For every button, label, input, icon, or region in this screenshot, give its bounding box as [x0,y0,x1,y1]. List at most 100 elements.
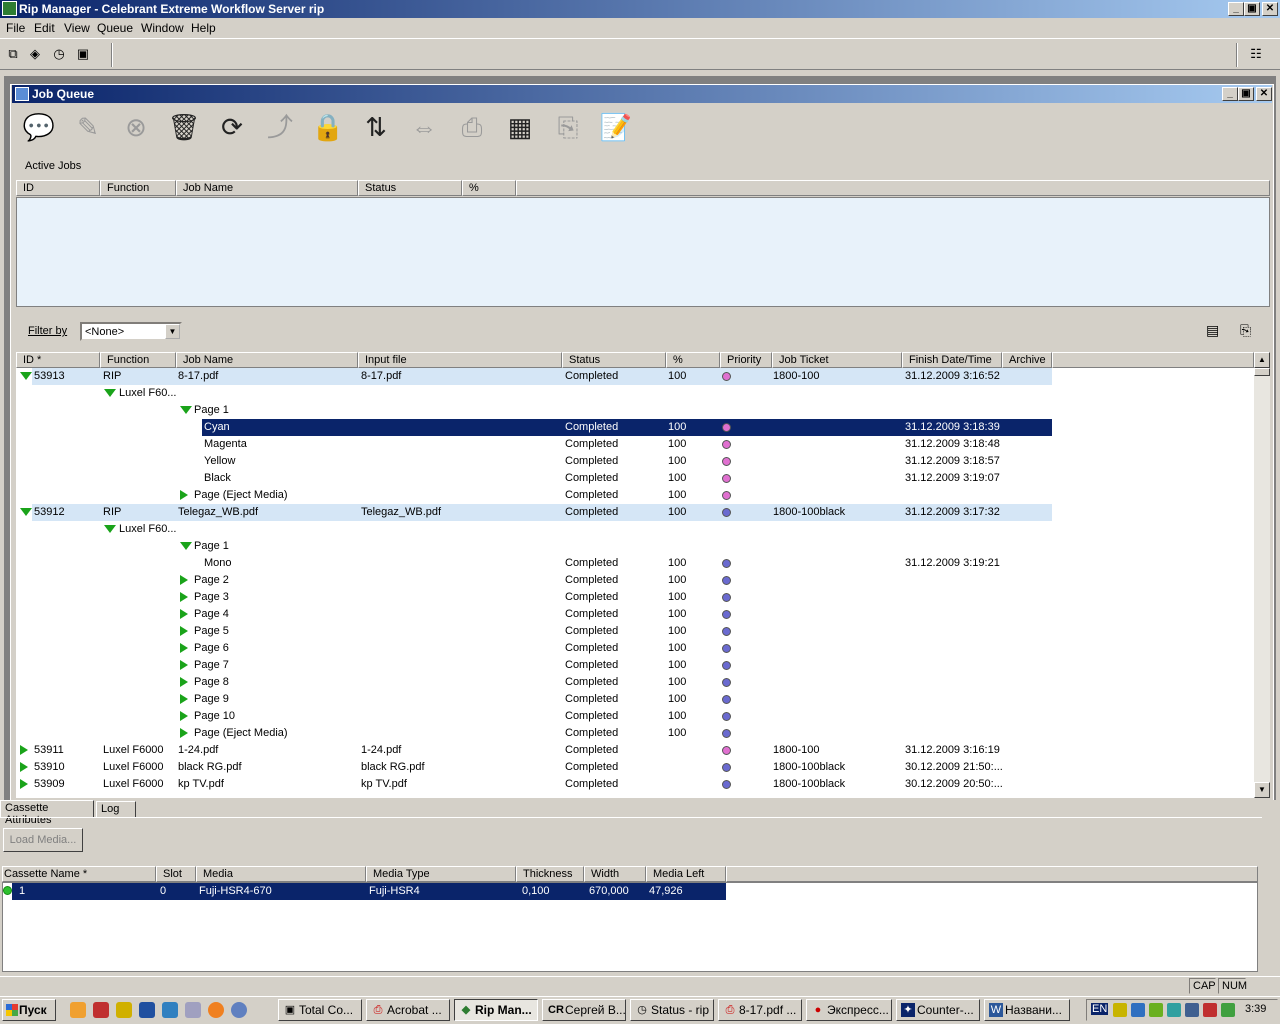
col-percent[interactable]: % [462,180,516,196]
filter-dropdown[interactable]: <None> ▼ [80,322,182,341]
col-function[interactable]: Function [100,180,176,196]
tab-cassette-attributes[interactable]: Cassette Attributes [0,800,94,826]
quicklaunch-icon[interactable] [208,1002,224,1018]
monitor-icon[interactable]: ▣ [75,46,91,62]
collapsed-triangle-icon[interactable] [180,728,188,738]
start-button[interactable]: Пуск [2,999,56,1021]
reprocess-icon[interactable]: ⟳ [215,109,249,147]
table-row[interactable]: Page 9 Completed 100 [16,691,1254,708]
network-icon[interactable] [1221,1003,1235,1017]
table-row[interactable]: Page 4 Completed 100 [16,606,1254,623]
collapsed-triangle-icon[interactable] [20,745,28,755]
col-thickness[interactable]: Thickness [516,866,584,882]
tags-icon[interactable]: ◈ [27,46,43,62]
collapsed-triangle-icon[interactable] [180,643,188,653]
collapsed-triangle-icon[interactable] [180,609,188,619]
table-row[interactable]: Page 6 Completed 100 [16,640,1254,657]
move-icon[interactable]: ⇔ [407,109,441,147]
menu-edit[interactable]: Edit [34,21,55,35]
quicklaunch-icon[interactable] [70,1002,86,1018]
task-total-commander[interactable]: ▣ Total Co... [278,999,362,1021]
child-close-button[interactable]: ✕ [1256,87,1272,101]
collapsed-triangle-icon[interactable] [20,762,28,772]
table-row[interactable]: 53912 RIP Telegaz_WB.pdf Telegaz_WB.pdf Comp… [16,504,1254,521]
quicklaunch-icon[interactable] [139,1002,155,1018]
tray-icon[interactable] [1185,1003,1199,1017]
menu-window[interactable]: Window [141,21,184,35]
minimize-button[interactable]: _ [1228,2,1244,16]
col-priority[interactable]: Priority [720,352,772,368]
table-row[interactable]: 53909 Luxel F6000 kp TV.pdf kp TV.pdf Comple… [16,776,1254,793]
jobs-list[interactable]: 53913 RIP 8-17.pdf 8-17.pdf Completed 100 1800… [16,368,1254,798]
quicklaunch-icon[interactable] [116,1002,132,1018]
table-row[interactable]: Magenta Completed 100 31.12.2009 3:18:48 [16,436,1254,453]
info-icon[interactable]: 💬 [22,109,56,147]
task-acrobat[interactable]: ⎙ Acrobat ... [366,999,450,1021]
table-row[interactable]: Cyan Completed 100 31.12.2009 3:18:39 [16,419,1254,436]
table-row[interactable]: Page 2 Completed 100 [16,572,1254,589]
table-row[interactable]: Page (Eject Media) Completed 100 [16,487,1254,504]
col-media-type[interactable]: Media Type [366,866,516,882]
col-job-name[interactable]: Job Name [176,352,358,368]
table-row[interactable]: Page 1 [16,402,1254,419]
task-rip-manager[interactable]: ◆ Rip Man... [454,999,538,1021]
table-row[interactable]: Page 10 Completed 100 [16,708,1254,725]
table-row[interactable]: Page (Eject Media) Completed 100 [16,725,1254,742]
table-row[interactable]: 53911 Luxel F6000 1-24.pdf 1-24.pdf Complete… [16,742,1254,759]
expanded-triangle-icon[interactable] [180,406,192,414]
collapsed-triangle-icon[interactable] [180,660,188,670]
priority-icon[interactable]: ⇅ [359,109,393,147]
edit-ticket-icon[interactable]: ✎ [71,109,105,147]
task-express[interactable]: ● Экспресс... [806,999,892,1021]
col-id[interactable]: ID * [16,352,100,368]
quicklaunch-icon[interactable] [93,1002,109,1018]
tray-icon[interactable] [1149,1003,1163,1017]
table-row[interactable]: Luxel F60... [16,521,1254,538]
collapsed-triangle-icon[interactable] [180,694,188,704]
quicklaunch-icon[interactable] [162,1002,178,1018]
table-row[interactable]: Page 3 Completed 100 [16,589,1254,606]
collapsed-triangle-icon[interactable] [180,490,188,500]
col-media-left[interactable]: Media Left [646,866,726,882]
tray-icon[interactable] [1167,1003,1181,1017]
table-row[interactable]: 53913 RIP 8-17.pdf 8-17.pdf Completed 100 1800… [16,368,1254,385]
table-row[interactable]: Page 8 Completed 100 [16,674,1254,691]
expanded-triangle-icon[interactable] [104,525,116,533]
collapsed-triangle-icon[interactable] [180,711,188,721]
scroll-thumb[interactable] [1254,368,1270,376]
expanded-triangle-icon[interactable] [20,508,32,516]
table-row[interactable]: Mono Completed 100 31.12.2009 3:19:21 [16,555,1254,572]
tab-log[interactable]: Log [96,801,136,817]
col-width[interactable]: Width [584,866,646,882]
export-list-icon[interactable]: ⎘ [1240,322,1251,339]
table-row[interactable]: Page 5 Completed 100 [16,623,1254,640]
pdf-export-icon[interactable]: ⎘ [551,109,585,147]
jobs-scrollbar[interactable]: ▲ ▼ [1254,352,1270,798]
col-cassette-name[interactable]: Cassette Name * [2,866,156,882]
menu-view[interactable]: View [64,21,90,35]
devices-icon[interactable]: ⧉ [5,46,21,62]
collapsed-triangle-icon[interactable] [180,592,188,602]
tray-icon[interactable] [1131,1003,1145,1017]
pdf-edit-icon[interactable]: 📝 [599,109,633,147]
table-row[interactable]: 53910 Luxel F6000 black RG.pdf black RG.pdf… [16,759,1254,776]
col-finish-date[interactable]: Finish Date/Time [902,352,1002,368]
scroll-up-button[interactable]: ▲ [1254,352,1270,368]
task-word-doc[interactable]: W Названи... [984,999,1070,1021]
cassette-list[interactable]: 1 0 Fuji-HSR4-670 Fuji-HSR4 0,100 670,00… [2,882,1258,972]
scroll-down-button[interactable]: ▼ [1254,782,1270,798]
columns-icon[interactable]: ▤ [1206,322,1219,339]
table-row[interactable]: Yellow Completed 100 31.12.2009 3:18:57 [16,453,1254,470]
list-view-icon[interactable]: ☷ [1248,46,1264,62]
table-row[interactable]: Luxel F60... [16,385,1254,402]
restore-button[interactable]: ▣ [1244,2,1260,16]
col-slot[interactable]: Slot [156,866,196,882]
load-media-button[interactable]: Load Media... [3,828,83,852]
col-function[interactable]: Function [100,352,176,368]
task-pdf-file[interactable]: ⎙ 8-17.pdf ... [718,999,802,1021]
task-counter-strike[interactable]: ✦ Counter-... [896,999,980,1021]
quicklaunch-icon[interactable] [185,1002,201,1018]
menu-help[interactable]: Help [191,21,216,35]
lock-icon[interactable]: 🔒 [311,109,345,147]
col-id[interactable]: ID [16,180,100,196]
